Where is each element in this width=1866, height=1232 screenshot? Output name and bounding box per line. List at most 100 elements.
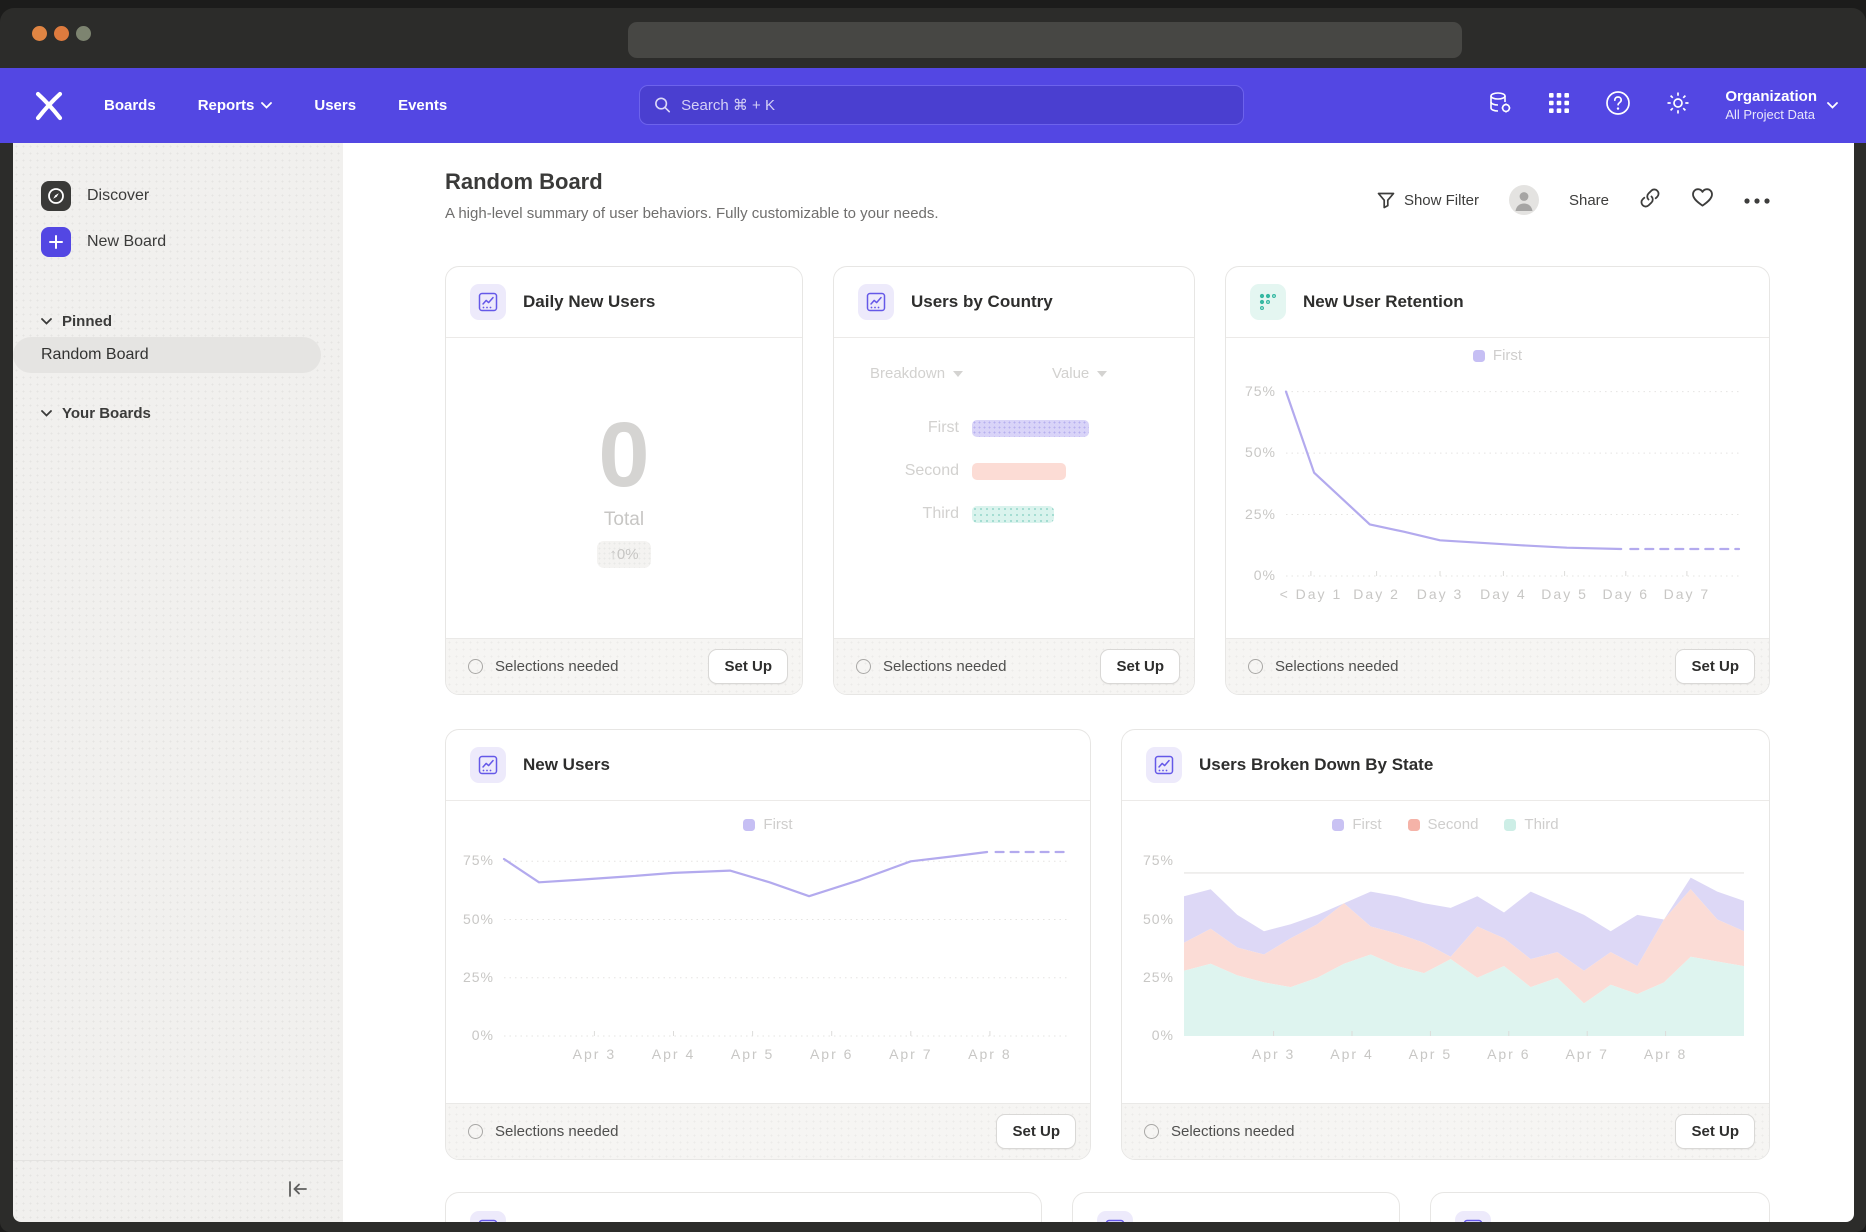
setup-button[interactable]: Set Up <box>1100 649 1180 684</box>
line-chart-icon <box>1097 1211 1133 1223</box>
line-chart-icon <box>470 747 506 783</box>
metric-label: Total <box>604 509 644 531</box>
card-footer: Selections needed Set Up <box>446 1103 1090 1159</box>
sidebar-section-pinned[interactable]: Pinned <box>13 305 343 337</box>
apps-grid-icon[interactable] <box>1547 91 1571 120</box>
board-content: Random Board A high-level summary of use… <box>343 143 1854 1222</box>
card-stacked-line-graph: Stacked Line Graph <box>445 1192 1042 1222</box>
radio-circle-icon <box>1144 1124 1159 1139</box>
new-users-line-chart: 75%50%25%0%Apr 3Apr 4Apr 5Apr 6Apr 7Apr … <box>504 838 1069 1036</box>
chart-legend: First <box>446 816 1090 833</box>
nav-label: Boards <box>104 97 156 114</box>
radio-circle-icon <box>468 1124 483 1139</box>
help-icon[interactable] <box>1605 90 1631 121</box>
breakdown-dropdown[interactable]: Breakdown <box>870 365 963 382</box>
legend-item: First <box>1473 347 1522 364</box>
chevron-down-icon <box>41 410 52 417</box>
chart-legend: FirstSecondThird <box>1122 816 1769 833</box>
metric-value: 0 <box>598 409 649 501</box>
radio-circle-icon <box>1248 659 1263 674</box>
state-area-chart: 75%50%25%0%Apr 3Apr 4Apr 5Apr 6Apr 7Apr … <box>1184 838 1744 1036</box>
card-users-by-country: Users by Country Breakdown Value First Se… <box>833 266 1195 695</box>
chevron-down-icon <box>41 318 52 325</box>
card-header: Users by Country <box>834 267 1194 338</box>
legend-swatch <box>743 819 755 831</box>
line-chart-icon <box>470 284 506 320</box>
nav-label: Reports <box>198 97 255 114</box>
nav-item-users[interactable]: Users <box>314 97 356 114</box>
x-axis-tick-label: Day 7 <box>1632 586 1742 602</box>
chevron-down-icon <box>1827 102 1838 109</box>
org-switcher[interactable]: Organization All Project Data <box>1725 88 1838 123</box>
dropdown-label: Breakdown <box>870 365 945 382</box>
traffic-light-close[interactable] <box>32 26 47 41</box>
card-title: Users Broken Down By State <box>1199 755 1433 775</box>
favorite-heart-icon[interactable] <box>1691 187 1714 213</box>
url-bar[interactable] <box>628 22 1462 58</box>
card-title: New Users <box>523 755 610 775</box>
value-dropdown[interactable]: Value <box>1052 365 1107 382</box>
country-bar-row: First <box>834 419 1089 437</box>
country-bar <box>972 463 1066 480</box>
legend-item: Third <box>1504 816 1558 833</box>
sidebar-label: New Board <box>87 233 166 251</box>
radio-circle-icon <box>856 659 871 674</box>
card-header: Active Users <box>1431 1193 1769 1222</box>
sidebar-item-discover[interactable]: Discover <box>13 173 343 219</box>
sidebar-label: Discover <box>87 187 149 205</box>
setup-button[interactable]: Set Up <box>996 1114 1076 1149</box>
setup-button[interactable]: Set Up <box>708 649 788 684</box>
show-filter-label: Show Filter <box>1404 192 1479 209</box>
mixpanel-logo[interactable] <box>34 91 64 121</box>
country-bar-label: First <box>834 419 959 437</box>
traffic-light-minimize[interactable] <box>54 26 69 41</box>
y-axis-tick-label: 0% <box>1232 567 1276 583</box>
settings-gear-icon[interactable] <box>1665 90 1691 121</box>
card-title: Users by Country <box>911 292 1053 312</box>
card-header: Users Broken Down By State <box>1122 730 1769 801</box>
radio-circle-icon <box>468 659 483 674</box>
collapse-sidebar-icon[interactable] <box>287 1180 309 1203</box>
card-title: Stacked Line Graph <box>523 1219 683 1223</box>
sidebar-item-random-board[interactable]: Random Board <box>13 337 321 373</box>
metric-delta-badge: ↑0% <box>597 541 650 568</box>
metric-body: 0 Total ↑0% <box>446 338 802 638</box>
y-axis-tick-label: 75% <box>450 852 494 868</box>
nav-item-reports[interactable]: Reports <box>198 97 273 114</box>
traffic-light-zoom[interactable] <box>76 26 91 41</box>
retention-grid-icon <box>1250 284 1286 320</box>
avatar[interactable] <box>1509 185 1539 215</box>
copy-link-icon[interactable] <box>1639 187 1661 214</box>
y-axis-tick-label: 75% <box>1130 852 1174 868</box>
nav-item-boards[interactable]: Boards <box>104 97 156 114</box>
sidebar-footer <box>13 1160 343 1222</box>
card-title: New User Retention <box>1303 292 1464 312</box>
legend-label: Second <box>1428 816 1479 833</box>
nav-item-events[interactable]: Events <box>398 97 447 114</box>
sidebar-section-your-boards[interactable]: Your Boards <box>13 397 343 429</box>
section-label: Your Boards <box>62 405 151 422</box>
card-daily-new-users: Daily New Users 0 Total ↑0% Selections n… <box>445 266 803 695</box>
share-button[interactable]: Share <box>1569 192 1609 209</box>
sidebar-item-new-board[interactable]: New Board <box>13 219 343 265</box>
top-navbar: Boards Reports Users Events <box>0 68 1866 143</box>
legend-swatch <box>1332 819 1344 831</box>
more-options-ellipsis-icon[interactable] <box>1744 191 1770 209</box>
search-icon <box>654 96 671 114</box>
footer-status: Selections needed <box>1275 658 1663 675</box>
card-footer: Selections needed Set Up <box>1226 638 1769 694</box>
line-chart-icon <box>470 1211 506 1223</box>
setup-button[interactable]: Set Up <box>1675 1114 1755 1149</box>
show-filter-button[interactable]: Show Filter <box>1377 192 1479 209</box>
nav-right-icons: Organization All Project Data <box>1487 68 1838 143</box>
footer-status: Selections needed <box>495 658 696 675</box>
global-search[interactable] <box>639 85 1244 125</box>
legend-swatch <box>1408 819 1420 831</box>
chevron-down-icon <box>1097 371 1107 377</box>
data-management-icon[interactable] <box>1487 90 1513 121</box>
legend-label: First <box>1493 347 1522 364</box>
card-header: New Users <box>446 730 1090 801</box>
search-input[interactable] <box>681 97 1229 114</box>
setup-button[interactable]: Set Up <box>1675 649 1755 684</box>
y-axis-tick-label: 50% <box>450 911 494 927</box>
